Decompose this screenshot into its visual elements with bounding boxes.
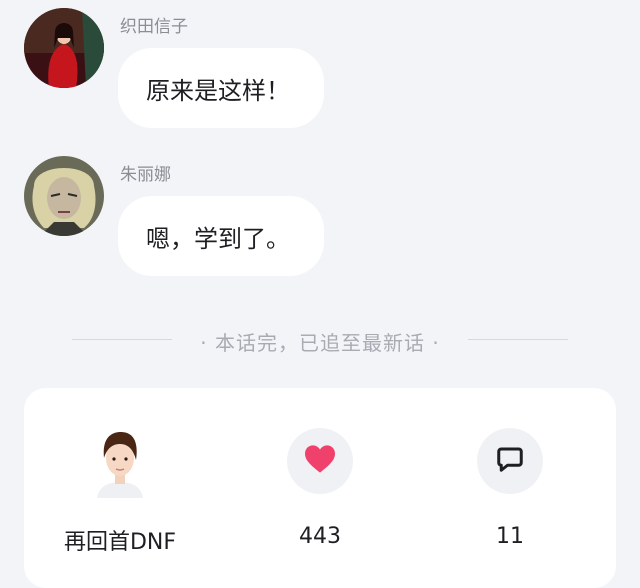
like-count: 443	[299, 524, 341, 549]
message-bubble: 嗯，学到了。	[118, 196, 324, 276]
comment-action[interactable]: 11	[440, 428, 580, 549]
message-bubble: 原来是这样！	[118, 48, 324, 128]
author-profile[interactable]: 再回首DNF	[50, 428, 190, 556]
avatar[interactable]	[24, 8, 104, 88]
sender-name: 织田信子	[120, 17, 188, 37]
comment-button[interactable]	[477, 428, 543, 494]
author-avatar[interactable]	[87, 428, 153, 498]
author-action-card: 再回首DNF 443 11	[24, 388, 616, 588]
sender-name: 朱丽娜	[120, 165, 171, 185]
like-button[interactable]	[287, 428, 353, 494]
chapter-end-divider: · 本话完，已追至最新话 ·	[0, 324, 640, 356]
heart-icon	[303, 444, 337, 478]
divider-text: · 本话完，已追至最新话 ·	[200, 331, 440, 355]
comment-icon	[495, 444, 525, 478]
comment-count: 11	[496, 524, 524, 549]
author-name: 再回首DNF	[63, 530, 177, 555]
avatar[interactable]	[24, 156, 104, 236]
like-action[interactable]: 443	[250, 428, 390, 549]
